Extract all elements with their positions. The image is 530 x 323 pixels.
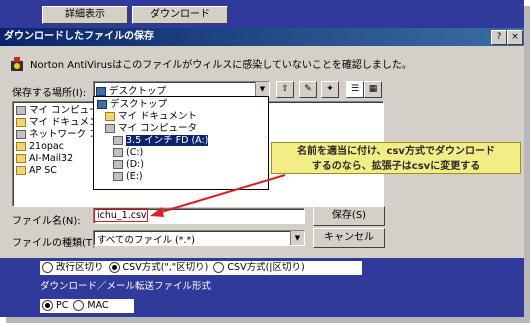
option-csv-pipe-label: CSV方式(|区切り) [227,262,305,273]
radio-newline[interactable] [42,262,53,273]
separator-options: 改行区切り CSV方式(","区切り) CSV方式(|区切り) [40,261,362,275]
section-title: ダウンロード／メール転送ファイル形式 [40,281,212,292]
option-csv-comma-label: CSV方式(","区切り) [122,262,209,273]
option-mac-label: MAC [87,300,109,311]
annotation-callout: 名前を適当に付け、csv方式でダウンロード するのなら、拡張子はcsvに変更する [271,142,521,174]
radio-pc[interactable] [42,300,53,311]
radio-csv-pipe[interactable] [213,262,225,273]
platform-options: PC MAC [40,299,134,313]
annotation-line-2: するのなら、拡張子はcsvに変更する [311,161,481,172]
radio-csv-comma[interactable] [108,262,120,273]
annotation-line-1: 名前を適当に付け、csv方式でダウンロード [297,146,495,157]
option-newline-label: 改行区切り [56,262,104,273]
radio-mac[interactable] [73,300,85,311]
option-pc-label: PC [56,300,69,311]
